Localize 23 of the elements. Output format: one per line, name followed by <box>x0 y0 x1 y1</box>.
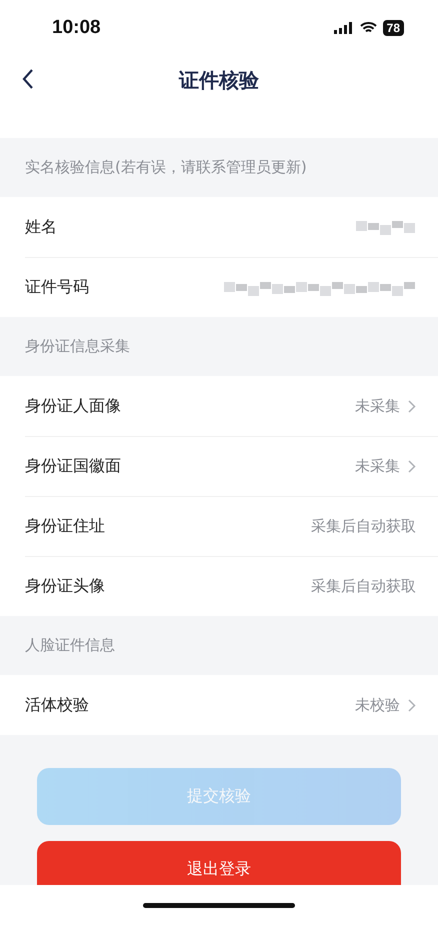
page-title: 证件核验 <box>179 66 259 94</box>
status-time: 10:08 <box>52 16 101 38</box>
section-title: 身份证信息采集 <box>0 317 438 376</box>
wifi-icon <box>360 22 377 34</box>
row-label: 身份证头像 <box>25 576 105 597</box>
row-value: 采集后自动获取 <box>311 577 416 596</box>
logout-button[interactable]: 退出登录 <box>37 841 401 885</box>
section-title: 人脸证件信息 <box>0 616 438 675</box>
row-label: 活体校验 <box>25 694 89 716</box>
section-title: 实名核验信息(若有误，请联系管理员更新) <box>0 138 438 197</box>
pixelated-value-icon <box>356 218 416 236</box>
row-value: 采集后自动获取 <box>311 517 416 536</box>
row-label: 身份证国徽面 <box>25 456 121 477</box>
row-value[interactable]: 未采集 <box>355 396 400 416</box>
signal-icon <box>334 22 354 34</box>
row-value[interactable]: 未校验 <box>355 696 400 714</box>
battery-level: 78 <box>382 20 404 36</box>
row-label: 身份证人面像 <box>25 396 121 416</box>
row-label: 身份证住址 <box>25 516 105 537</box>
row-value[interactable]: 未采集 <box>355 457 400 476</box>
row-label: 姓名 <box>25 216 57 238</box>
back-icon[interactable] <box>22 68 34 90</box>
row-label: 证件号码 <box>25 277 89 298</box>
